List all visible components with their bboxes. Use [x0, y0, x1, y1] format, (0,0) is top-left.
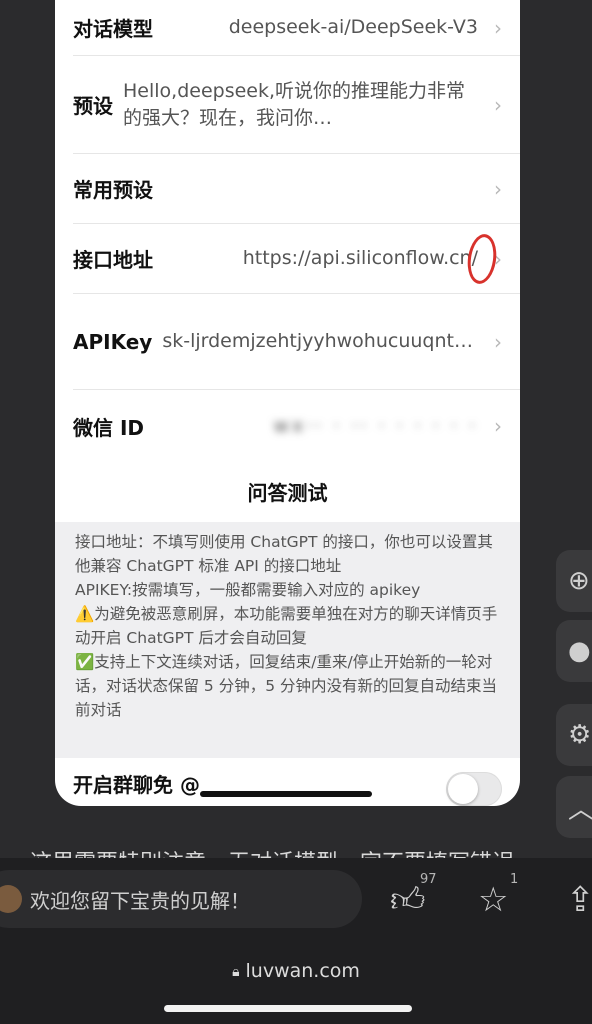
chevron-right-icon: ›	[494, 329, 502, 354]
note-line: 接口地址：不填写则使用 ChatGPT 的接口，你也可以设置其他兼容 ChatG…	[75, 533, 493, 575]
url-display[interactable]: 🔒︎ luvwan.com	[0, 960, 592, 982]
add-icon[interactable]: ⊕	[556, 550, 592, 612]
settings-card: 对话模型 deepseek-ai/DeepSeek-V3 › 预设 Hello,…	[55, 0, 520, 806]
row-value: sk-ljrdemjzehtjyyhwohucuuqnt…	[162, 330, 473, 352]
row-apikey[interactable]: APIKey sk-ljrdemjzehtjyyhwohucuuqnt… ›	[73, 294, 520, 390]
row-preset[interactable]: 预设 Hello,deepseek,听说你的推理能力非常的强大？现在，我问你… …	[73, 56, 520, 154]
row-model[interactable]: 对话模型 deepseek-ai/DeepSeek-V3 ›	[73, 0, 520, 56]
group-chat-label: 开启群聊免 @	[73, 772, 200, 797]
row-api-url[interactable]: 接口地址 https://api.siliconflow.cn/ ›	[73, 224, 520, 294]
comment-bar: 欢迎您留下宝贵的见解！ 👍︎ 97 ☆ 1 ⇪	[0, 858, 592, 940]
row-label: 接口地址	[73, 248, 153, 272]
chevron-up-icon[interactable]: ︿	[556, 776, 592, 838]
browser-bar: 🔒︎ luvwan.com	[0, 940, 592, 1024]
home-indicator	[200, 791, 372, 797]
row-common-presets[interactable]: 常用预设 ›	[73, 154, 520, 224]
share-icon[interactable]: ⇪	[566, 880, 592, 920]
lock-icon: 🔒︎	[232, 964, 240, 980]
row-wechat-id[interactable]: 微信 ID wx·· · ·· · · · · · · ›	[73, 390, 520, 462]
star-count: 1	[510, 872, 519, 887]
row-label: 对话模型	[73, 17, 153, 41]
note-line: ⚠️为避免被恶意刷屏，本功能需要单独在对方的聊天详情页手动开启 ChatGPT …	[75, 605, 498, 647]
row-value: Hello,deepseek,听说你的推理能力非常的强大？现在，我问你…	[123, 79, 466, 129]
chevron-right-icon: ›	[494, 92, 502, 117]
row-value: deepseek-ai/DeepSeek-V3	[228, 16, 478, 38]
note-line: APIKEY:按需填写，一般都需要输入对应的 apikey	[75, 581, 421, 599]
url-text: luvwan.com	[245, 960, 360, 982]
row-label: 常用预设	[73, 178, 153, 202]
row-label: 微信 ID	[73, 415, 145, 440]
notes-panel: 接口地址：不填写则使用 ChatGPT 的接口，你也可以设置其他兼容 ChatG…	[55, 522, 520, 758]
row-value: https://api.siliconflow.cn/	[242, 247, 478, 269]
comment-input[interactable]: 欢迎您留下宝贵的见解！	[0, 870, 362, 928]
row-label: APIKey	[73, 329, 153, 354]
row-value: wx·· · ·· · · · · · ·	[273, 414, 478, 437]
avatar	[0, 885, 22, 913]
qa-test-button[interactable]: 问答测试	[55, 462, 520, 520]
star-icon[interactable]: ☆	[478, 880, 508, 920]
chevron-right-icon: ›	[494, 414, 502, 438]
chevron-right-icon: ›	[494, 15, 502, 40]
system-home-indicator	[164, 1005, 412, 1012]
gear-icon[interactable]: ⚙	[556, 704, 592, 766]
like-count: 97	[420, 872, 437, 887]
chevron-right-icon: ›	[494, 176, 502, 201]
row-label: 预设	[73, 94, 113, 118]
group-chat-toggle[interactable]	[446, 772, 502, 806]
comment-placeholder: 欢迎您留下宝贵的见解！	[30, 888, 250, 913]
note-line: ✅支持上下文连续对话，回复结束/重来/停止开始新的一轮对话，对话状态保留 5 分…	[75, 653, 498, 719]
wechat-icon[interactable]: ●	[556, 620, 592, 682]
